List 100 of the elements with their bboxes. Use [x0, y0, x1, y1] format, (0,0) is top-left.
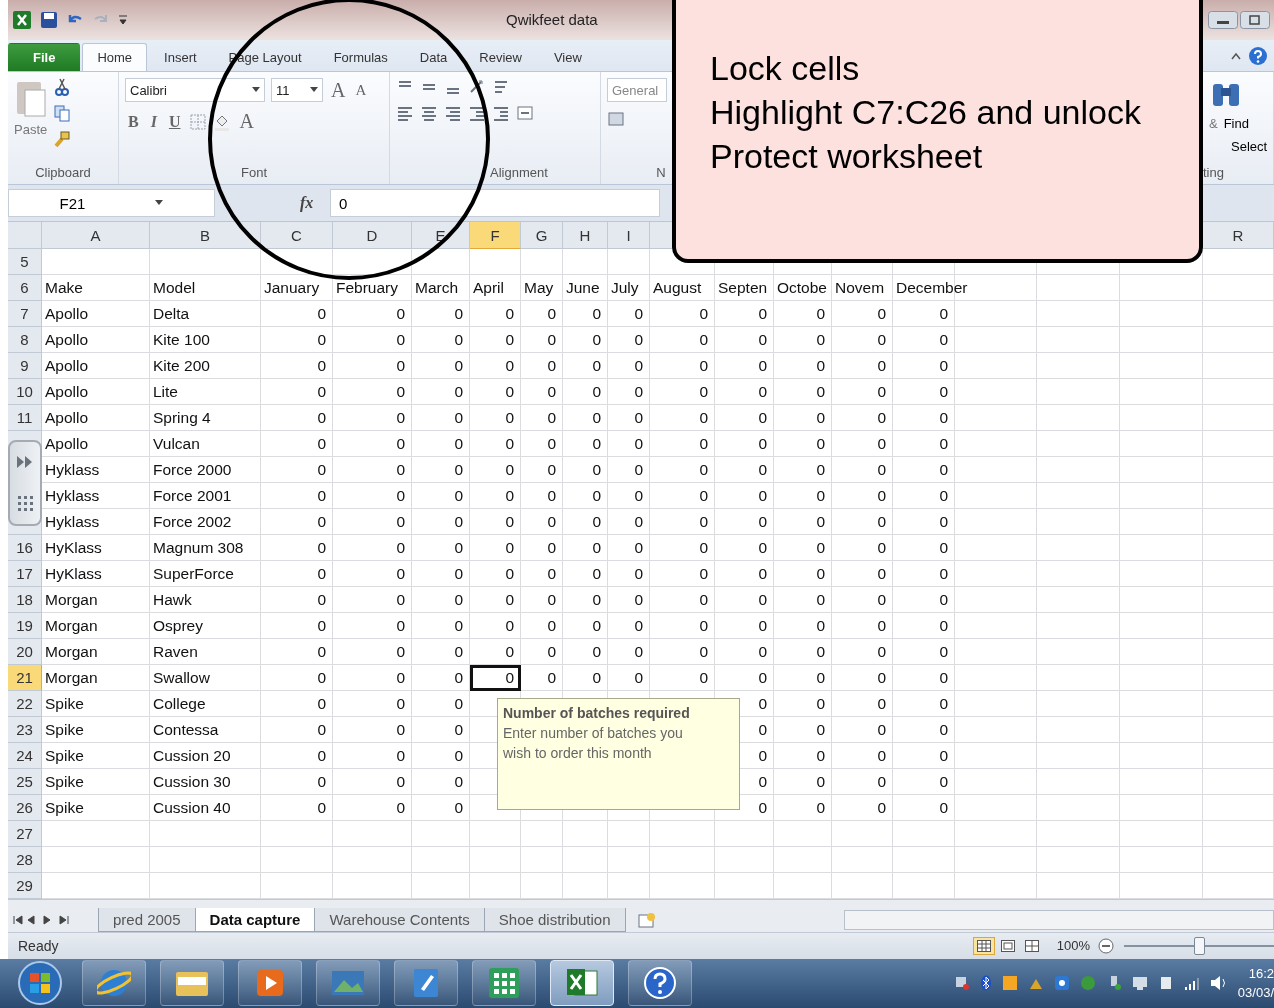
column-header[interactable]: A: [42, 222, 150, 250]
row-header[interactable]: 8: [8, 327, 42, 354]
zoom-out-icon[interactable]: [1098, 937, 1114, 954]
formula-field[interactable]: 0: [330, 189, 660, 217]
bluetooth-icon[interactable]: [979, 975, 992, 992]
page-view-icon: [1000, 939, 1015, 952]
sheet-tab[interactable]: Data capture: [194, 907, 316, 932]
font-name-field[interactable]: Calibri: [125, 78, 265, 103]
row-header[interactable]: 9: [8, 353, 42, 380]
copy-icon[interactable]: [53, 104, 72, 123]
table-cell: 0: [333, 795, 412, 822]
paintbrush-icon[interactable]: [53, 130, 72, 149]
double-arrow-icon[interactable]: [16, 454, 34, 469]
zoom-level[interactable]: 100%: [1056, 938, 1090, 954]
minimize-icon[interactable]: [1208, 10, 1238, 29]
row-header[interactable]: 17: [8, 561, 42, 588]
column-header[interactable]: H: [563, 222, 608, 250]
function-label[interactable]: fx: [300, 194, 330, 212]
row-header[interactable]: 24: [8, 743, 42, 770]
row-header[interactable]: 10: [8, 379, 42, 406]
table-cell: 0: [333, 717, 412, 744]
row-header[interactable]: 29: [8, 873, 42, 900]
align-center-icon[interactable]: [420, 104, 438, 123]
row-header[interactable]: 22: [8, 691, 42, 718]
row-header[interactable]: 7: [8, 301, 42, 328]
row-header[interactable]: 21: [8, 665, 42, 692]
signal-icon[interactable]: [1183, 975, 1200, 992]
row-header[interactable]: 19: [8, 613, 42, 640]
shrink-font-button[interactable]: A: [353, 81, 369, 99]
table-cell: 0: [832, 795, 893, 822]
sheet-tab[interactable]: Shoe distribution: [483, 907, 626, 932]
horizontal-scrollbar[interactable]: [844, 909, 1274, 930]
slider-thumb[interactable]: [1194, 936, 1205, 955]
sheet-tab[interactable]: pred 2005: [98, 907, 196, 932]
align-right-icon[interactable]: [444, 104, 462, 123]
table-cell: 0: [715, 353, 774, 380]
row-header[interactable]: 6: [8, 275, 42, 302]
row-header[interactable]: 27: [8, 821, 42, 848]
column-title: December: [896, 278, 968, 297]
tray-app-icon[interactable]: [1001, 975, 1018, 992]
ribbon-text[interactable]: Find: [1223, 116, 1249, 132]
ribbon-text[interactable]: Select: [1231, 139, 1268, 155]
ribbon-tab[interactable]: View: [538, 43, 597, 72]
zoom-slider[interactable]: [1124, 938, 1274, 953]
font-size-field[interactable]: 11: [271, 78, 323, 103]
ribbon-tab[interactable]: Formulas: [318, 43, 403, 72]
column-header[interactable]: D: [333, 222, 412, 250]
ribbon-tab[interactable]: Data: [404, 43, 463, 72]
table-cell: 0: [893, 483, 955, 510]
speaker-icon[interactable]: [1209, 975, 1228, 992]
table-cell: Force 2001: [150, 483, 261, 510]
row-header[interactable]: 11: [8, 405, 42, 432]
font-color-button[interactable]: A: [237, 110, 256, 134]
network-icon[interactable]: [953, 975, 970, 992]
save-icon[interactable]: [40, 10, 58, 29]
floating-menu[interactable]: [8, 440, 42, 526]
decrease-indent-icon[interactable]: [468, 104, 486, 123]
help-icon[interactable]: [1248, 46, 1268, 67]
play-icon: [255, 968, 285, 999]
row-header[interactable]: 26: [8, 795, 42, 822]
tray-app-icon[interactable]: [1053, 975, 1070, 992]
row-header[interactable]: 5: [8, 249, 42, 276]
monitor-icon[interactable]: [1131, 975, 1148, 992]
taskbar-button[interactable]: [550, 960, 614, 1007]
ribbon-tab[interactable]: Insert: [149, 43, 212, 72]
cut-icon[interactable]: [53, 78, 72, 97]
row-header[interactable]: 16: [8, 535, 42, 562]
column-header[interactable]: R: [1203, 222, 1274, 250]
view-button[interactable]: [972, 936, 995, 955]
restore-icon[interactable]: [1240, 10, 1270, 29]
row-header[interactable]: 20: [8, 639, 42, 666]
column-header[interactable]: F: [470, 222, 521, 250]
column-header[interactable]: I: [608, 222, 650, 250]
ribbon-tab[interactable]: Review: [464, 43, 537, 72]
row-header[interactable]: 18: [8, 587, 42, 614]
underline-button[interactable]: U: [165, 112, 184, 131]
ribbon-tab[interactable]: Home: [82, 43, 148, 72]
align-left-icon[interactable]: [396, 104, 414, 123]
collapse-ribbon-icon[interactable]: [1230, 51, 1242, 62]
number-format-field[interactable]: General: [607, 78, 667, 103]
bold-button[interactable]: B: [125, 112, 142, 131]
increase-indent-icon[interactable]: [492, 104, 510, 123]
spreadsheet-logo-icon[interactable]: [12, 9, 32, 30]
dots-grid-icon[interactable]: [16, 493, 34, 512]
name-box[interactable]: F21: [8, 189, 215, 217]
paste-button[interactable]: Paste: [14, 78, 48, 165]
ribbon-tab[interactable]: File: [8, 43, 81, 72]
merge-cells-icon[interactable]: [516, 104, 534, 123]
clock[interactable]: 16:2 03/03/: [1237, 966, 1274, 1001]
column-header[interactable]: C: [261, 222, 333, 250]
row-header[interactable]: 28: [8, 847, 42, 874]
row-header[interactable]: 25: [8, 769, 42, 796]
italic-button[interactable]: I: [147, 112, 160, 131]
customize-toolbar-icon[interactable]: [118, 12, 128, 27]
row-header[interactable]: 23: [8, 717, 42, 744]
sheet-tab[interactable]: Warehouse Contents: [314, 907, 485, 932]
grow-font-button[interactable]: A: [329, 78, 348, 102]
column-header[interactable]: B: [150, 222, 261, 250]
column-header[interactable]: G: [521, 222, 563, 250]
table-cell: 0: [650, 665, 715, 692]
